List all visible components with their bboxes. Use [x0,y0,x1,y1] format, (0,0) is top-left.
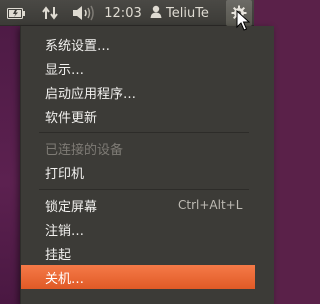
menu-item-shut-down[interactable]: 关机… [21,265,255,289]
menu-item-system-settings[interactable]: 系统设置… [21,32,255,56]
session-menu: 系统设置… 显示… 启动应用程序… 软件更新 已连接的设备 打印机 锁定屏幕 C… [20,26,274,304]
menu-item-lock-screen[interactable]: 锁定屏幕 Ctrl+Alt+L [21,193,255,217]
menu-item-label: 显示… [45,62,85,78]
clock-text: 12:03 [104,5,142,21]
menu-item-label: 已连接的设备 [45,142,124,158]
user-indicator[interactable]: TeliuTe [150,0,224,26]
menu-item-label: 启动应用程序… [45,86,137,102]
network-indicator[interactable] [38,0,62,26]
network-transfer-icon [42,6,58,20]
user-name: TeliuTe [166,5,209,21]
user-icon [150,5,162,21]
menu-item-displays[interactable]: 显示… [21,56,255,80]
menu-item-label: 挂起 [45,247,72,263]
menu-item-label: 锁定屏幕 [45,199,98,215]
menu-item-label: 系统设置… [45,38,111,54]
menu-item-log-out[interactable]: 注销… [21,217,255,241]
volume-indicator[interactable] [69,0,97,26]
top-panel: 12:03 TeliuTe [0,0,254,26]
battery-indicator[interactable] [4,0,28,26]
menu-item-software-update[interactable]: 软件更新 [21,104,255,128]
volume-icon [73,5,94,21]
mouse-cursor-icon [236,10,250,31]
menu-item-label: 关机… [45,271,85,287]
menu-item-startup-applications[interactable]: 启动应用程序… [21,80,255,104]
menu-item-printers[interactable]: 打印机 [21,160,255,184]
menu-separator [39,189,249,190]
clock-indicator[interactable]: 12:03 [101,0,145,26]
menu-item-label: 打印机 [45,166,85,182]
battery-icon [7,7,25,19]
menu-item-shortcut: Ctrl+Alt+L [178,198,243,212]
menu-item-label: 软件更新 [45,110,98,126]
menu-item-label: 注销… [45,223,85,239]
menu-item-connected-devices: 已连接的设备 [21,136,255,160]
menu-item-suspend[interactable]: 挂起 [21,241,255,265]
menu-separator [39,132,249,133]
